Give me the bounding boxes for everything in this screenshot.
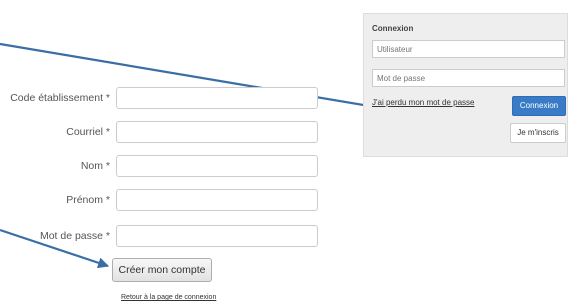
signup-button[interactable]: Je m'inscris xyxy=(510,123,566,143)
prenom-label: Prénom * xyxy=(66,194,110,206)
connexion-button[interactable]: Connexion xyxy=(512,96,566,116)
prenom-input[interactable] xyxy=(116,189,318,211)
mot-de-passe-label: Mot de passe * xyxy=(39,230,110,242)
courriel-label: Courriel * xyxy=(66,126,110,138)
code-etablissement-input[interactable] xyxy=(116,87,318,109)
courriel-input[interactable] xyxy=(116,121,318,143)
password-input[interactable] xyxy=(372,69,565,87)
username-input[interactable] xyxy=(372,40,565,58)
forgot-password-link[interactable]: J'ai perdu mon mot de passe xyxy=(372,98,474,107)
mot-de-passe-input[interactable] xyxy=(116,225,318,247)
back-to-login-link[interactable]: Retour à la page de connexion xyxy=(121,293,216,302)
code-etablissement-label: Code établissement * xyxy=(10,92,110,104)
create-account-button[interactable]: Créer mon compte xyxy=(112,258,212,282)
login-panel: Connexion J'ai perdu mon mot de passe Co… xyxy=(363,13,568,157)
login-panel-title: Connexion xyxy=(372,24,414,33)
nom-label: Nom * xyxy=(80,160,110,172)
nom-input[interactable] xyxy=(116,155,318,177)
